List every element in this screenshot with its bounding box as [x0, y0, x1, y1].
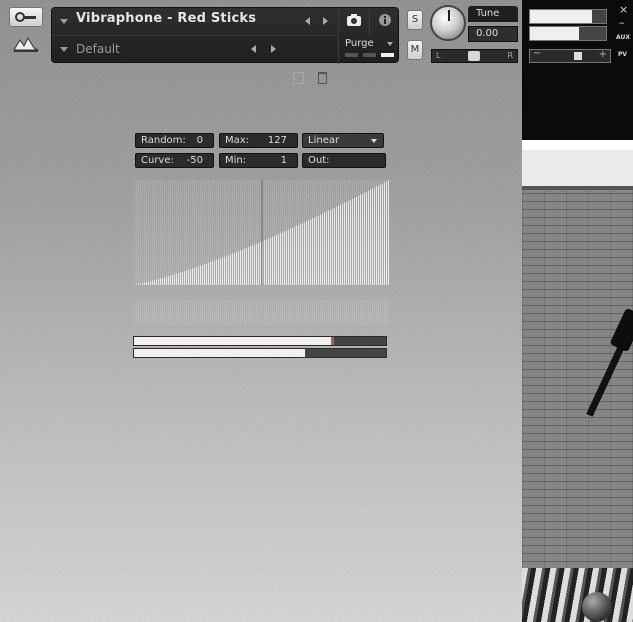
- tune-value: 0.00: [476, 28, 499, 39]
- min-field[interactable]: Min: 1: [219, 153, 298, 168]
- curve-mode-select[interactable]: Linear: [302, 133, 384, 148]
- close-icon[interactable]: ×: [619, 3, 628, 16]
- purge-indicator-3: [381, 53, 394, 57]
- preset-row: Default: [52, 36, 338, 84]
- max-label: Max:: [225, 135, 250, 146]
- curve-mode-value: Linear: [308, 135, 340, 146]
- out-field: Out:: [302, 153, 386, 168]
- purge-chevron-down-icon: [387, 42, 393, 46]
- min-value: 1: [280, 155, 287, 166]
- wrench-icon: [15, 12, 36, 22]
- next-preset-icon[interactable]: [271, 45, 276, 53]
- photo-vibraphone-bars: [522, 568, 633, 622]
- velocity-bar-1-fill: [134, 337, 331, 345]
- velocity-history-strip: [134, 300, 389, 325]
- save-icon[interactable]: [293, 72, 304, 84]
- out-label: Out:: [308, 155, 330, 166]
- instrument-row: Vibraphone - Red Sticks: [52, 8, 338, 36]
- pv-button[interactable]: PV: [618, 51, 627, 58]
- instrument-menu-icon[interactable]: [60, 19, 68, 24]
- next-instrument-icon[interactable]: [323, 17, 328, 25]
- pan-slider[interactable]: L R: [431, 49, 518, 63]
- purge-indicator-2: [363, 53, 376, 57]
- output-meter-left: [529, 9, 607, 24]
- trash-icon[interactable]: [318, 72, 327, 84]
- volume-minus[interactable]: −: [533, 48, 541, 59]
- velocity-bar-1: [133, 336, 387, 346]
- instrument-photo: [522, 140, 633, 622]
- instrument-panel: Vibraphone - Red Sticks Default Purge S …: [0, 0, 522, 622]
- preset-name[interactable]: Default: [76, 42, 120, 56]
- volume-slider[interactable]: − +: [529, 48, 611, 63]
- curve-value: -50: [186, 155, 203, 166]
- velocity-bar-2-fill: [134, 349, 306, 357]
- instrument-header: Vibraphone - Red Sticks Default Purge: [51, 7, 400, 84]
- camera-icon: [347, 14, 361, 26]
- solo-button[interactable]: S: [407, 10, 423, 30]
- pan-slider-handle[interactable]: [468, 51, 480, 61]
- curve-label: Curve:: [141, 155, 174, 166]
- volume-slider-handle[interactable]: [574, 52, 582, 60]
- info-button[interactable]: [369, 8, 400, 36]
- purge-menu[interactable]: Purge: [338, 36, 400, 64]
- tune-label: Tune: [476, 8, 500, 19]
- purge-label: Purge: [345, 38, 374, 49]
- instrument-name[interactable]: Vibraphone - Red Sticks: [76, 11, 256, 26]
- logo-icon: [13, 36, 39, 52]
- velocity-curve-graph[interactable]: [134, 180, 389, 285]
- tune-knob[interactable]: [430, 5, 466, 41]
- pan-right-label: R: [507, 51, 513, 60]
- random-field[interactable]: Random: 0: [135, 133, 214, 148]
- preset-menu-icon[interactable]: [60, 47, 68, 52]
- output-meter-left-fill: [530, 10, 593, 23]
- min-label: Min:: [225, 155, 247, 166]
- wrench-button[interactable]: [9, 7, 43, 27]
- output-meter-right: [529, 26, 607, 41]
- photo-wall: [522, 190, 633, 570]
- curve-field[interactable]: Curve: -50: [135, 153, 214, 168]
- tune-knob-pointer: [448, 10, 450, 21]
- prev-instrument-icon[interactable]: [305, 17, 310, 25]
- max-value: 127: [267, 135, 287, 146]
- random-value: 0: [196, 135, 203, 146]
- volume-plus[interactable]: +: [599, 49, 607, 60]
- random-label: Random:: [141, 135, 186, 146]
- tune-label-box: Tune: [468, 6, 518, 22]
- mute-button[interactable]: M: [407, 40, 423, 60]
- photo-mallet-ball: [582, 592, 612, 622]
- aux-button[interactable]: AUX: [616, 34, 630, 41]
- prev-preset-icon[interactable]: [251, 45, 256, 53]
- velocity-bar-2: [133, 348, 387, 358]
- snapshot-button[interactable]: [338, 8, 368, 36]
- info-icon: [379, 14, 391, 26]
- chevron-down-icon: [371, 139, 377, 143]
- output-meter-right-fill: [530, 27, 579, 40]
- tune-value-field[interactable]: 0.00: [468, 26, 518, 42]
- max-field[interactable]: Max: 127: [219, 133, 298, 148]
- purge-indicator-1: [345, 53, 358, 57]
- velocity-bar-1-marker: [330, 337, 334, 345]
- pan-left-label: L: [436, 51, 441, 60]
- minimize-icon[interactable]: –: [619, 16, 625, 29]
